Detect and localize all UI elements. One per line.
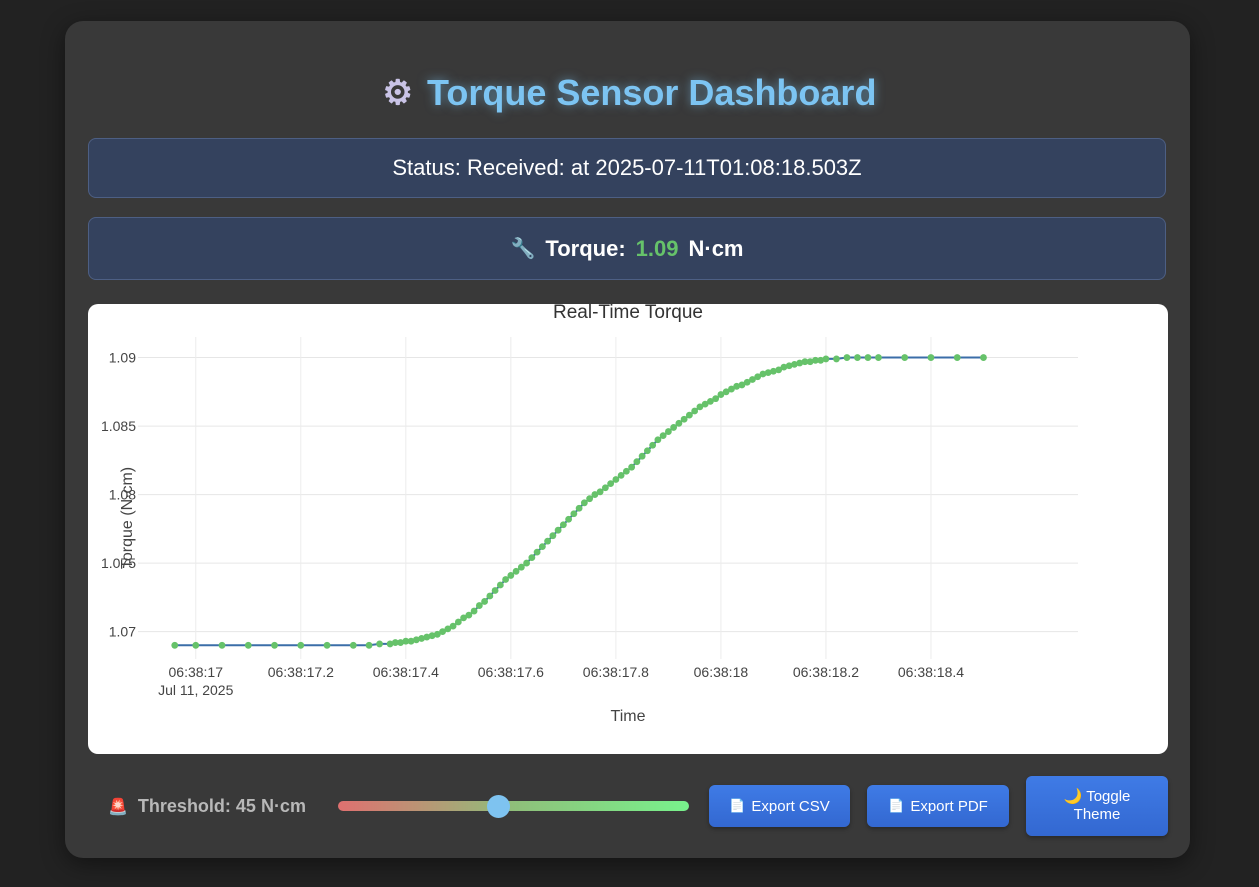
- series-line: [174, 356, 984, 647]
- torque-value: 1.09: [635, 235, 679, 261]
- data-point: [843, 354, 851, 361]
- data-point: [523, 559, 531, 567]
- data-point: [297, 641, 305, 649]
- torque-unit: N·cm: [688, 235, 744, 261]
- data-point: [491, 587, 499, 594]
- export-csv-label: Export CSV: [751, 797, 830, 815]
- data-point: [833, 355, 840, 363]
- data-point: [980, 354, 987, 361]
- toggle-theme-button[interactable]: 🌙 Toggle Theme: [1026, 776, 1168, 836]
- data-point: [349, 641, 357, 649]
- chart-svg: 1.071.0751.081.0851.0906:38:17 06:38:17.2…: [101, 337, 1078, 725]
- data-point: [649, 441, 657, 449]
- x-tick-label: 06:38:18.2: [793, 664, 859, 680]
- x-axis-label: Time: [611, 708, 646, 725]
- data-point: [544, 537, 552, 545]
- x-tick-label: 06:38:17.2: [268, 664, 334, 680]
- data-point: [575, 504, 583, 512]
- data-point: [927, 354, 935, 361]
- document-icon: 📄: [888, 798, 905, 813]
- data-point: [633, 458, 641, 466]
- data-point: [638, 452, 646, 460]
- document-icon: 📄: [729, 798, 746, 813]
- x-tick-label: 06:38:17.6: [478, 664, 544, 680]
- x-tick-label: 06:38:17.8: [583, 664, 649, 680]
- toggle-theme-label-2: Theme: [1073, 806, 1121, 823]
- data-point: [218, 641, 226, 649]
- chart-title: Real-Time Torque: [553, 302, 703, 323]
- data-point: [953, 354, 961, 361]
- data-point: [244, 641, 252, 649]
- wrench-icon: 🔧: [510, 238, 536, 260]
- x-date-label: Jul 11, 2025: [158, 682, 233, 698]
- data-point: [854, 354, 861, 361]
- y-tick-label: 1.09: [109, 350, 136, 366]
- data-point: [192, 641, 200, 649]
- moon-icon: 🌙: [1063, 788, 1083, 805]
- data-point: [496, 581, 504, 589]
- status-panel: Status: Received: at 2025-07-11T01:08:18…: [88, 138, 1166, 198]
- threshold-label: Threshold: 45 N·cm: [137, 796, 306, 816]
- status-text: Status: Received: at 2025-07-11T01:08:18…: [392, 155, 862, 180]
- y-tick-label: 1.07: [109, 624, 136, 640]
- data-point: [481, 598, 488, 605]
- threshold-slider-thumb[interactable]: [487, 795, 511, 818]
- torque-panel: 🔧 Torque: 1.09 N·cm: [88, 217, 1166, 280]
- x-tick-label: 06:38:18.4: [898, 664, 964, 680]
- data-point: [376, 640, 383, 648]
- export-pdf-label: Export PDF: [910, 797, 988, 815]
- siren-icon: 🚨: [108, 798, 128, 816]
- data-point: [864, 354, 872, 361]
- x-tick-label: 06:38:17.4: [373, 664, 439, 680]
- data-point: [323, 641, 331, 649]
- data-point: [271, 641, 278, 649]
- y-tick-label: 1.085: [101, 418, 136, 434]
- data-point: [554, 526, 562, 534]
- torque-chart[interactable]: 1.07 1.075 1.08 1.085 1.09 06:38:17 06:38:17.2…: [88, 304, 1168, 754]
- export-csv-button[interactable]: 📄 Export CSV: [709, 785, 850, 827]
- data-point: [470, 607, 478, 615]
- data-point: [570, 510, 578, 518]
- x-tick-label: 06:38:18: [694, 664, 749, 680]
- data-point: [559, 521, 567, 529]
- page-title: ⚙ Torque Sensor Dashboard: [0, 72, 1259, 114]
- export-pdf-button[interactable]: 📄 Export PDF: [867, 785, 1009, 827]
- data-point: [533, 548, 541, 556]
- x-tick-label: 06:38:17: [169, 664, 224, 680]
- data-point: [822, 355, 830, 363]
- threshold-display: 🚨 Threshold: 45 N·cm: [108, 796, 306, 817]
- data-point: [365, 641, 373, 649]
- data-point: [549, 532, 557, 540]
- controls-bar: 🚨 Threshold: 45 N·cm 📄 Export CSV 📄 Expo…: [0, 776, 1259, 836]
- threshold-slider[interactable]: [338, 801, 689, 811]
- torque-label: Torque:: [545, 235, 626, 261]
- toggle-theme-label-1: Toggle: [1086, 788, 1131, 805]
- data-point: [875, 354, 882, 361]
- page-title-text: Torque Sensor Dashboard: [427, 72, 877, 113]
- gear-icon: ⚙: [382, 74, 414, 112]
- data-point: [528, 554, 536, 562]
- data-point: [643, 447, 651, 455]
- data-point: [538, 543, 546, 551]
- data-point: [565, 515, 573, 523]
- y-axis-label: Torque (N·cm): [119, 467, 136, 569]
- data-point: [901, 354, 909, 361]
- data-point: [171, 641, 179, 649]
- data-point: [486, 592, 494, 600]
- data-point: [628, 463, 636, 471]
